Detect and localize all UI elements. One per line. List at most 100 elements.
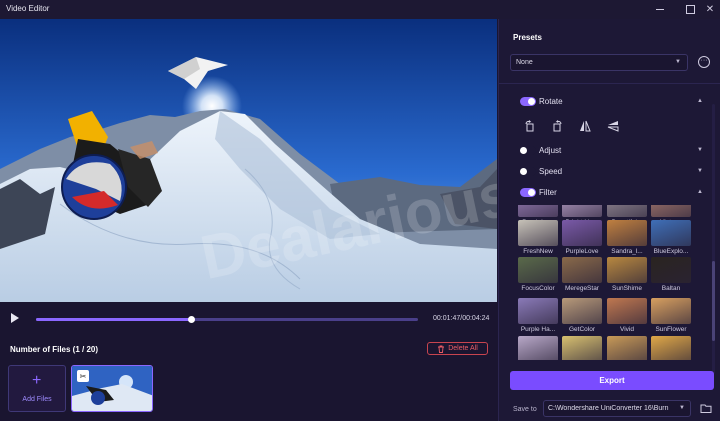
filter-swatch (518, 220, 558, 246)
rotate-left-icon[interactable] (520, 117, 540, 135)
filter-swatch (518, 336, 558, 360)
delete-all-button[interactable]: Delete All (427, 342, 488, 355)
add-files-label: Add Files (22, 396, 52, 403)
delete-all-label: Delete All (448, 345, 478, 352)
chevron-down-icon: ▼ (679, 405, 685, 411)
files-count-label: Number of Files (1 / 20) (10, 345, 99, 354)
filter-swatch (651, 257, 691, 283)
window-title: Video Editor (6, 4, 50, 13)
filter-name: FreshNew (523, 248, 553, 255)
filter-item[interactable]: MeregeStar (562, 257, 602, 292)
expand-adjust-icon[interactable]: ▼ (697, 147, 703, 153)
more-icon[interactable]: ··· (698, 56, 710, 68)
presets-title: Presets (513, 33, 542, 42)
filter-swatch (651, 298, 691, 324)
filter-swatch (651, 205, 691, 217)
filter-name: MeregeStar (565, 285, 599, 292)
flip-vertical-icon[interactable] (603, 117, 623, 135)
plus-icon: + (32, 372, 42, 389)
rotate-toggle[interactable] (520, 97, 536, 106)
save-path-value: C:\Wondershare UniConverter 16\Burn (548, 405, 669, 412)
filter-swatch (562, 220, 602, 246)
filter-item[interactable]: SunFlower (651, 298, 691, 333)
collapse-rotate-icon[interactable]: ▲ (697, 98, 703, 104)
seek-bar[interactable] (36, 316, 418, 323)
filter-swatch (607, 257, 647, 283)
filter-name: Sandra_l... (611, 248, 643, 255)
filter-name: SunShime (612, 285, 642, 292)
filter-item[interactable] (518, 336, 558, 360)
flip-horizontal-icon[interactable] (575, 117, 595, 135)
folder-icon[interactable] (700, 402, 712, 414)
presets-dropdown[interactable]: None ▼ (510, 54, 688, 71)
filter-swatch (607, 220, 647, 246)
minimize-icon[interactable] (652, 2, 668, 16)
divider (499, 83, 720, 84)
filter-swatch (518, 257, 558, 283)
rotate-right-icon[interactable] (547, 117, 567, 135)
filter-item[interactable]: FreshNew (518, 220, 558, 255)
filter-name: GetColor (568, 326, 595, 333)
filter-label: Filter (539, 188, 557, 197)
filter-item[interactable]: Vivid (607, 298, 647, 333)
filter-name: Purple Ha... (520, 326, 556, 333)
filter-item[interactable]: FocusColor (518, 257, 558, 292)
filter-swatch (562, 257, 602, 283)
filter-item[interactable]: Sandra_l... (607, 220, 647, 255)
filter-name: SunFlower (655, 326, 687, 333)
export-button[interactable]: Export (510, 371, 714, 390)
filter-item[interactable]: PurpleLove (562, 220, 602, 255)
save-path-dropdown[interactable]: C:\Wondershare UniConverter 16\Burn ▼ (543, 400, 691, 417)
adjust-label: Adjust (539, 146, 562, 155)
filter-swatch (518, 205, 558, 217)
speed-label: Speed (539, 167, 563, 176)
time-readout: 00:01:47/00:04:24 (433, 315, 490, 322)
filter-toggle[interactable] (520, 188, 536, 197)
maximize-icon[interactable] (682, 2, 698, 16)
speed-toggle[interactable] (520, 167, 536, 176)
filter-item[interactable]: BlueExplo... (651, 220, 691, 255)
filter-name: Vivid (620, 326, 634, 333)
play-icon[interactable] (11, 313, 19, 323)
panel-scrollbar[interactable] (712, 104, 715, 374)
collapse-filter-icon[interactable]: ▲ (697, 189, 703, 195)
filter-swatch (562, 336, 602, 360)
close-icon[interactable]: ✕ (702, 2, 718, 16)
filter-swatch (607, 298, 647, 324)
title-bar: Video Editor ✕ (0, 0, 720, 19)
filter-name: Baltan (661, 285, 681, 292)
video-preview[interactable]: Dealarious (0, 19, 497, 302)
filter-swatch (651, 336, 691, 360)
filter-item[interactable]: GetColor (562, 298, 602, 333)
chevron-down-icon: ▼ (675, 59, 681, 65)
filter-swatch (518, 298, 558, 324)
filter-item[interactable] (651, 336, 691, 360)
seek-progress (36, 318, 191, 321)
expand-speed-icon[interactable]: ▼ (697, 168, 703, 174)
filter-item[interactable] (607, 336, 647, 360)
filter-name: PurpleLove (565, 248, 599, 255)
presets-value: None (516, 59, 533, 66)
rotate-label: Rotate (539, 97, 563, 106)
seek-handle[interactable] (187, 316, 195, 323)
video-thumbnail[interactable]: ✂ (71, 365, 153, 412)
save-to-label: Save to (513, 406, 537, 413)
filter-swatch (562, 205, 602, 217)
filter-name: FocusColor (521, 285, 555, 292)
filter-item[interactable]: Baltan (651, 257, 691, 292)
trash-icon (438, 345, 445, 353)
filter-item[interactable] (562, 336, 602, 360)
add-files-button[interactable]: + Add Files (8, 365, 66, 412)
player-controls: 00:01:47/00:04:24 (0, 303, 497, 333)
filter-grid: PurpleLo...Bright Lig...Beautiful...Vint… (518, 205, 698, 360)
scissors-icon[interactable]: ✂ (77, 370, 89, 382)
filter-item[interactable]: Purple Ha... (518, 298, 558, 333)
settings-panel: Presets None ▼ ··· Rotate ▲ Adjust ▼ Spe… (498, 19, 720, 421)
filter-item[interactable]: SunShime (607, 257, 647, 292)
filter-swatch (607, 336, 647, 360)
filter-swatch (562, 298, 602, 324)
filter-swatch (607, 205, 647, 217)
filter-name: BlueExplo... (653, 248, 689, 255)
adjust-toggle[interactable] (520, 146, 536, 155)
filter-swatch (651, 220, 691, 246)
